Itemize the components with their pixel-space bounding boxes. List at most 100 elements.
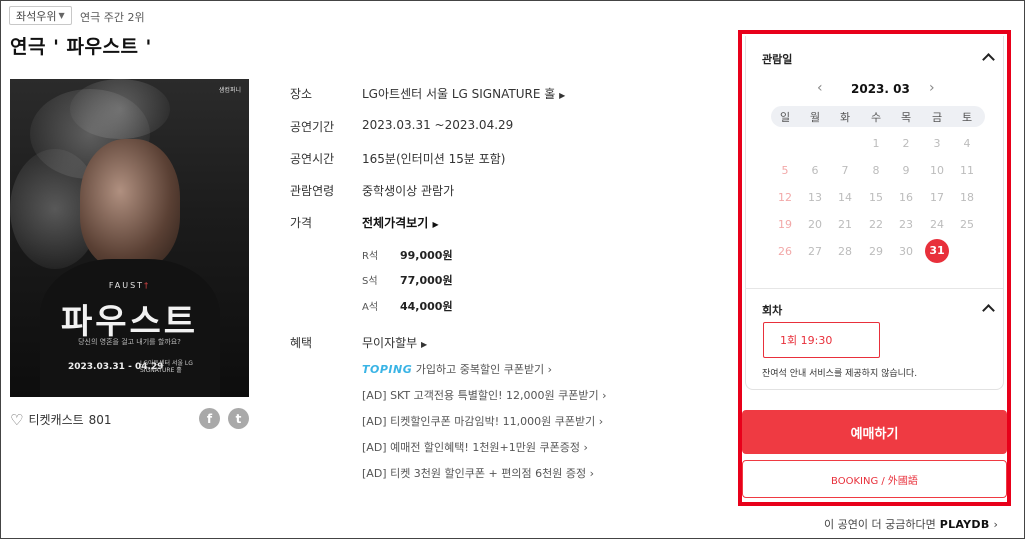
chevron-right-icon: › xyxy=(993,517,998,531)
caret-down-icon: ▼ xyxy=(58,11,65,20)
price-label: 가격 xyxy=(290,216,313,230)
book-button[interactable]: 예매하기 xyxy=(742,410,1007,454)
calendar-day: 2 xyxy=(902,137,910,150)
poster-faust-label: FAUST† xyxy=(108,281,151,290)
heart-icon: ♡ xyxy=(10,410,24,429)
weekday-label: 일 xyxy=(779,111,791,124)
prev-month-button[interactable]: ‹ xyxy=(817,80,823,96)
age-label: 관람연령 xyxy=(290,184,335,198)
seat-grade: A석 xyxy=(362,302,379,313)
ad-coupon-link[interactable]: [AD] SKT 고객전용 특별할인! 12,000원 쿠폰받기 › xyxy=(362,387,607,403)
booking-foreign-button[interactable]: BOOKING / 外國語 xyxy=(742,460,1007,498)
calendar-day: 16 xyxy=(899,191,913,204)
calendar-day: 8 xyxy=(872,164,880,177)
next-month-button[interactable]: › xyxy=(929,80,935,96)
calendar-day: 30 xyxy=(899,245,913,258)
arrow-right-icon: ▶ xyxy=(432,220,439,229)
seat-superiority-badge[interactable]: 좌석우위 ▼ xyxy=(9,6,72,25)
playdb-link-text: 이 공연이 더 궁금하다면 xyxy=(824,518,936,531)
calendar-day: 18 xyxy=(960,191,974,204)
playdb-link[interactable]: 이 공연이 더 궁금하다면 PLAYDB › xyxy=(824,516,998,532)
venue-label: 장소 xyxy=(290,87,313,101)
calendar-day: 7 xyxy=(841,164,849,177)
ad-coupon-link[interactable]: [AD] 티켓 3천원 할인쿠폰 + 편의점 6천원 증정 › xyxy=(362,465,594,481)
session-option[interactable]: 1회 19:30 xyxy=(763,322,880,358)
calendar-day: 12 xyxy=(778,191,792,204)
ad-coupon-link[interactable]: [AD] 티켓할인쿠폰 마감임박! 11,000원 쿠폰받기 › xyxy=(362,413,603,429)
collapse-chevron-up-icon[interactable] xyxy=(982,304,995,317)
installment-link[interactable]: 무이자할부 ▶ xyxy=(362,334,427,351)
calendar-day: 6 xyxy=(811,164,819,177)
seat-price: 99,000원 xyxy=(400,249,453,262)
calendar-day-selected[interactable]: 31 xyxy=(925,239,949,263)
calendar-day: 17 xyxy=(930,191,944,204)
calendar-day: 19 xyxy=(778,218,792,231)
ad-coupon-link[interactable]: [AD] 예매전 할인혜택! 1천원+1만원 쿠폰증정 › xyxy=(362,439,588,455)
ad-coupon-text: [AD] 티켓 3천원 할인쿠폰 + 편의점 6천원 증정 xyxy=(362,467,587,480)
ad-coupon-text: [AD] 예매전 할인혜택! 1천원+1만원 쿠폰증정 xyxy=(362,441,580,454)
calendar-day: 23 xyxy=(899,218,913,231)
period-label: 공연기간 xyxy=(290,120,335,134)
toping-logo: TOPING xyxy=(362,363,413,376)
weekday-label: 화 xyxy=(839,111,851,124)
poster-faust-text: FAUST xyxy=(108,281,145,290)
playdb-logo: PLAYDB xyxy=(939,517,990,531)
runtime-value: 165분(인터미션 15분 포함) xyxy=(362,152,506,166)
all-prices-link[interactable]: 전체가격보기 ▶ xyxy=(362,214,439,231)
weekday-label: 토 xyxy=(961,111,973,124)
calendar-day: 22 xyxy=(869,218,883,231)
calendar-day: 28 xyxy=(838,245,852,258)
calendar-day: 5 xyxy=(781,164,789,177)
poster-tagline: 당신의 영혼을 걸고 내기를 할까요? xyxy=(78,338,181,346)
calendar-day: 14 xyxy=(838,191,852,204)
calendar-day: 29 xyxy=(869,245,883,258)
twitter-share-icon[interactable]: t xyxy=(228,408,249,429)
poster-image: 샘컴퍼니 FAUST† 파우스트 당신의 영혼을 걸고 내기를 할까요? 202… xyxy=(10,79,249,397)
calendar-day: 26 xyxy=(778,245,792,258)
calendar-day: 15 xyxy=(869,191,883,204)
ad-coupon-text: [AD] 티켓할인쿠폰 마감임박! 11,000원 쿠폰받기 xyxy=(362,415,596,428)
weekday-label: 목 xyxy=(900,111,912,124)
booking-panel: 관람일 ‹ 2023. 03 › 일월화수목금토 1 2 3 4 5 6 7 8 9 10 11 12… xyxy=(738,30,1011,506)
calendar-day: 21 xyxy=(838,218,852,231)
toping-coupon-text: 가입하고 중복할인 쿠폰받기 xyxy=(415,363,545,376)
calendar-month: 2023. 03 xyxy=(851,82,910,96)
ticketcast-label: 티켓캐스트 xyxy=(28,413,84,427)
weekday-label: 월 xyxy=(809,111,821,124)
venue-value: LG아트센터 서울 LG SIGNATURE 홀 xyxy=(362,87,556,101)
weekly-rank: 연극 주간 2위 xyxy=(80,11,145,24)
seat-price: 44,000원 xyxy=(400,300,453,313)
calendar-day: 20 xyxy=(808,218,822,231)
date-section-title: 관람일 xyxy=(762,53,793,66)
calendar-day: 10 xyxy=(930,164,944,177)
runtime-label: 공연시간 xyxy=(290,152,335,166)
page-title: 연극 ' 파우스트 ' xyxy=(10,36,152,58)
divider xyxy=(746,288,1003,289)
age-value: 중학생이상 관람가 xyxy=(362,184,455,198)
all-prices-label: 전체가격보기 xyxy=(362,216,429,230)
calendar-day: 9 xyxy=(902,164,910,177)
weekday-label: 수 xyxy=(870,111,882,124)
seat-notice: 잔여석 안내 서비스를 제공하지 않습니다. xyxy=(762,369,918,379)
calendar-day: 4 xyxy=(963,137,971,150)
venue-link[interactable]: LG아트센터 서울 LG SIGNATURE 홀 ▶ xyxy=(362,85,565,102)
toping-coupon-link[interactable]: TOPING 가입하고 중복할인 쿠폰받기 › xyxy=(362,361,552,377)
weekday-label: 금 xyxy=(931,111,943,124)
arrow-right-icon: ▶ xyxy=(559,91,566,100)
ticketcast-button[interactable]: ♡ 티켓캐스트 801 xyxy=(10,411,112,428)
poster-venue: LG아트센터 서울 LG SIGNATURE 홀 xyxy=(140,360,193,374)
arrow-right-icon: ▶ xyxy=(421,340,428,349)
seat-price: 77,000원 xyxy=(400,274,453,287)
period-value: 2023.03.31 ~2023.04.29 xyxy=(362,118,514,132)
calendar-day: 24 xyxy=(930,218,944,231)
poster-title: 파우스트 xyxy=(60,302,199,342)
collapse-chevron-up-icon[interactable] xyxy=(982,53,995,66)
seat-badge-label: 좌석우위 xyxy=(16,9,57,23)
calendar-day: 25 xyxy=(960,218,974,231)
booking-options: 관람일 ‹ 2023. 03 › 일월화수목금토 1 2 3 4 5 6 7 8 9 10 11 12… xyxy=(745,36,1004,390)
calendar-day: 3 xyxy=(933,137,941,150)
facebook-share-icon[interactable]: f xyxy=(199,408,220,429)
calendar-day: 11 xyxy=(960,164,974,177)
ticketcast-count: 801 xyxy=(88,412,112,427)
calendar-day: 27 xyxy=(808,245,822,258)
